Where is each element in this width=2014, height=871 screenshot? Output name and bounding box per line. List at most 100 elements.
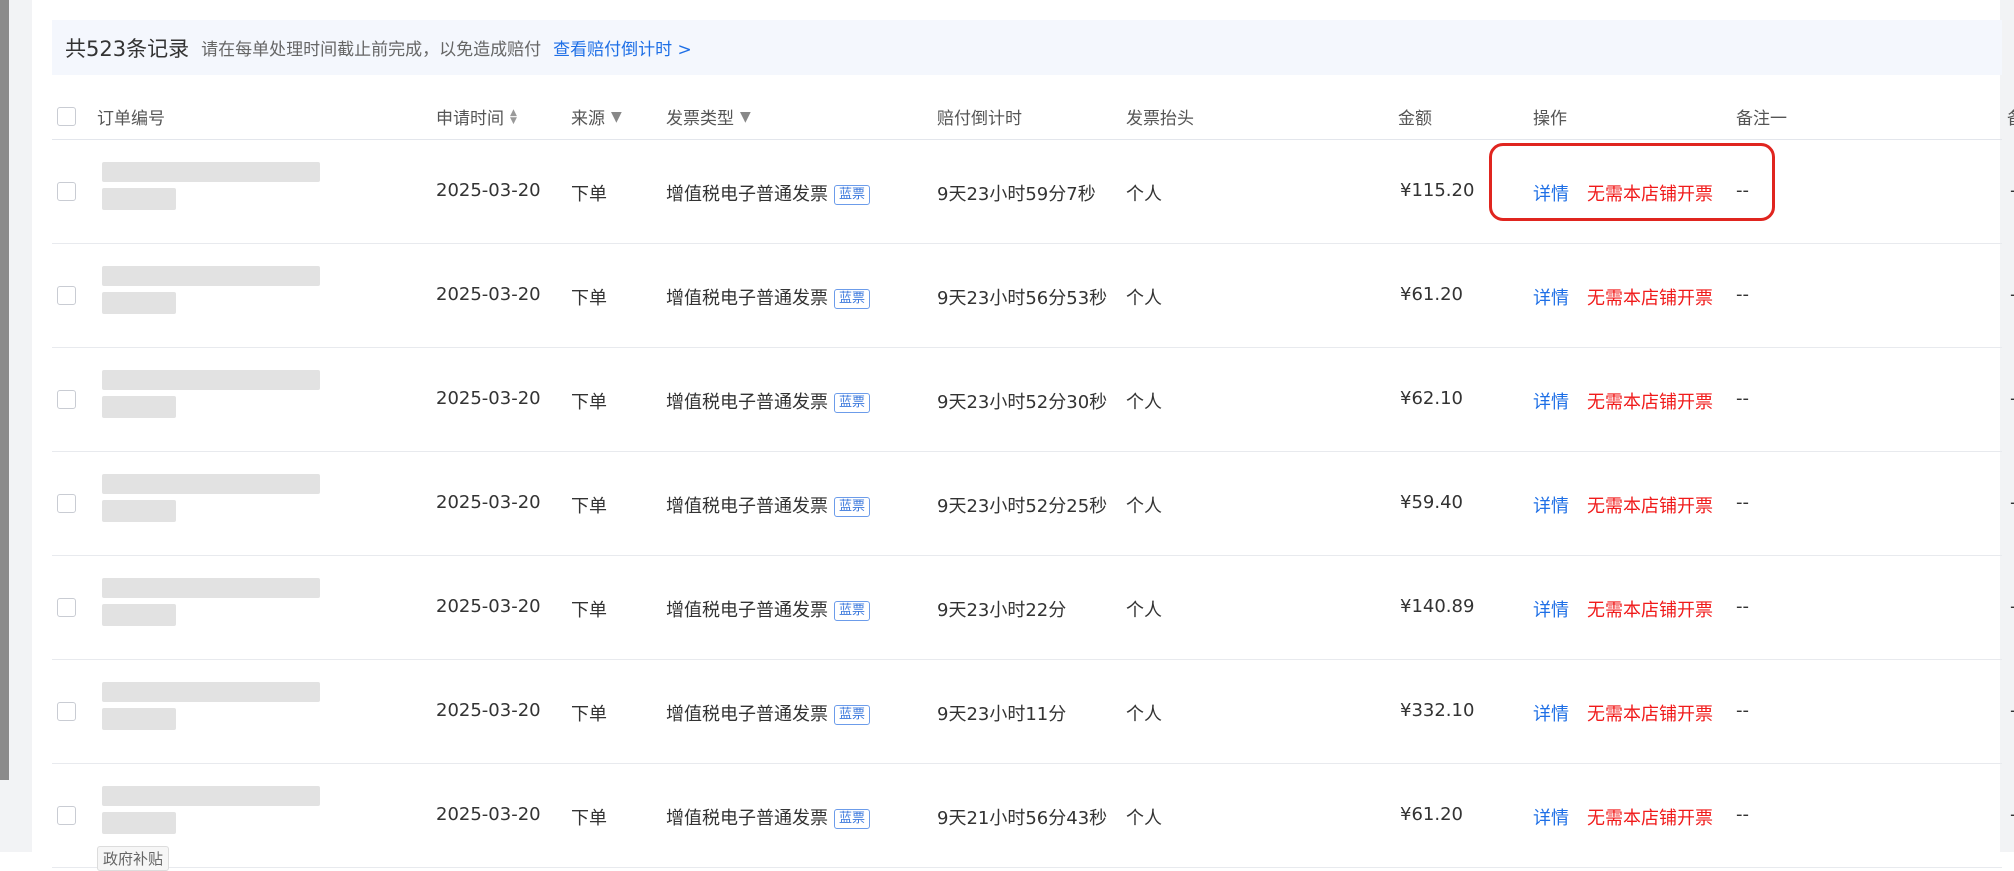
extra-value: - bbox=[2010, 388, 2014, 409]
select-all-checkbox[interactable] bbox=[57, 105, 76, 126]
no-invoice-needed-link[interactable]: 无需本店铺开票 bbox=[1587, 804, 1713, 830]
apply-date: 2025-03-20 bbox=[436, 804, 541, 825]
amount: ¥59.40 bbox=[1400, 492, 1463, 513]
invoice-title: 个人 bbox=[1126, 496, 1162, 517]
invoice-type-label: 增值税电子普通发票 bbox=[666, 808, 828, 829]
table-row[interactable]: 2025-03-20 下单 增值税电子普通发票 蓝票 9天23小时22分 个人 ¥… bbox=[52, 556, 2014, 660]
table-body: 2025-03-20 下单 增值税电子普通发票 蓝票 9天23小时59分7秒 个人… bbox=[52, 140, 2014, 871]
invoice-title: 个人 bbox=[1126, 808, 1162, 829]
detail-link[interactable]: 详情 bbox=[1533, 180, 1569, 206]
col-invoice-title: 发票抬头 bbox=[1126, 109, 1194, 129]
source: 下单 bbox=[571, 704, 607, 725]
blue-invoice-tag: 蓝票 bbox=[834, 185, 871, 205]
row-checkbox[interactable] bbox=[57, 702, 76, 721]
blue-invoice-tag: 蓝票 bbox=[834, 289, 871, 309]
row-checkbox[interactable] bbox=[57, 182, 76, 201]
col-countdown: 赔付倒计时 bbox=[937, 109, 1022, 129]
source: 下单 bbox=[571, 184, 607, 205]
invoice-type: 增值税电子普通发票 蓝票 bbox=[666, 596, 871, 622]
payout-countdown: 9天23小时52分30秒 bbox=[937, 392, 1108, 413]
col-invoice-type-label: 发票类型 bbox=[666, 109, 734, 129]
invoice-type-label: 增值税电子普通发票 bbox=[666, 704, 828, 725]
col-apply-time[interactable]: 申请时间 ▲ ▼ bbox=[436, 104, 517, 129]
amount: ¥61.20 bbox=[1400, 284, 1463, 305]
remark: -- bbox=[1736, 596, 1749, 617]
order-no-redacted bbox=[102, 708, 176, 730]
payout-countdown: 9天23小时56分53秒 bbox=[937, 288, 1108, 309]
invoice-title: 个人 bbox=[1126, 600, 1162, 621]
amount: ¥332.10 bbox=[1400, 700, 1475, 721]
no-invoice-needed-link[interactable]: 无需本店铺开票 bbox=[1587, 700, 1713, 726]
blue-invoice-tag: 蓝票 bbox=[834, 705, 871, 725]
detail-link[interactable]: 详情 bbox=[1533, 388, 1569, 414]
invoice-type: 增值税电子普通发票 蓝票 bbox=[666, 492, 871, 518]
order-no-redacted bbox=[102, 604, 176, 626]
no-invoice-needed-link[interactable]: 无需本店铺开票 bbox=[1587, 388, 1713, 414]
detail-link[interactable]: 详情 bbox=[1533, 284, 1569, 310]
deadline-hint: 请在每单处理时间截止前完成，以免造成赔付 bbox=[201, 40, 542, 60]
blue-invoice-tag: 蓝票 bbox=[834, 601, 871, 621]
source: 下单 bbox=[571, 392, 607, 413]
detail-link[interactable]: 详情 bbox=[1533, 596, 1569, 622]
table-row[interactable]: 2025-03-20 下单 增值税电子普通发票 蓝票 9天23小时52分30秒 个… bbox=[52, 348, 2014, 452]
apply-date: 2025-03-20 bbox=[436, 284, 541, 305]
table-row[interactable]: 2025-03-20 下单 增值税电子普通发票 蓝票 9天23小时56分53秒 个… bbox=[52, 244, 2014, 348]
no-invoice-needed-link[interactable]: 无需本店铺开票 bbox=[1587, 492, 1713, 518]
order-no-redacted bbox=[102, 266, 320, 286]
source: 下单 bbox=[571, 600, 607, 621]
row-checkbox[interactable] bbox=[57, 806, 76, 825]
filter-icon[interactable]: ▼ bbox=[611, 109, 622, 125]
table-row[interactable]: 2025-03-20 下单 增值税电子普通发票 蓝票 9天23小时52分25秒 个… bbox=[52, 452, 2014, 556]
invoice-type-label: 增值税电子普通发票 bbox=[666, 184, 828, 205]
table-header: 订单编号 申请时间 ▲ ▼ 来源 ▼ 发票类型 ▼ 赔付倒计时 发票抬头 金额 操… bbox=[52, 95, 2014, 140]
order-no-redacted bbox=[102, 682, 320, 702]
blue-invoice-tag: 蓝票 bbox=[834, 809, 871, 829]
detail-link[interactable]: 详情 bbox=[1533, 492, 1569, 518]
view-countdown-link[interactable]: 查看赔付倒计时 > bbox=[553, 35, 692, 60]
order-no-redacted bbox=[102, 370, 320, 390]
col-source[interactable]: 来源 ▼ bbox=[571, 104, 622, 130]
row-checkbox[interactable] bbox=[57, 390, 76, 409]
order-no-redacted bbox=[102, 812, 176, 834]
remark: -- bbox=[1736, 804, 1749, 825]
invoice-type: 增值税电子普通发票 蓝票 bbox=[666, 284, 871, 310]
remark: -- bbox=[1736, 180, 1749, 201]
detail-link[interactable]: 详情 bbox=[1533, 700, 1569, 726]
table-row[interactable]: 2025-03-20 下单 增值税电子普通发票 蓝票 9天21小时56分43秒 个… bbox=[52, 764, 2014, 871]
col-invoice-type[interactable]: 发票类型 ▼ bbox=[666, 104, 751, 130]
col-action: 操作 bbox=[1533, 109, 1567, 129]
row-checkbox[interactable] bbox=[57, 286, 76, 305]
row-checkbox[interactable] bbox=[57, 598, 76, 617]
subsidy-badge: 政府补贴 bbox=[97, 846, 170, 871]
order-no-redacted bbox=[102, 786, 320, 806]
order-no-redacted bbox=[102, 500, 176, 522]
apply-date: 2025-03-20 bbox=[436, 700, 541, 721]
extra-value: - bbox=[2010, 804, 2014, 825]
detail-link[interactable]: 详情 bbox=[1533, 804, 1569, 830]
amount: ¥61.20 bbox=[1400, 804, 1463, 825]
no-invoice-needed-link[interactable]: 无需本店铺开票 bbox=[1587, 284, 1713, 310]
order-no-redacted bbox=[102, 292, 176, 314]
no-invoice-needed-link[interactable]: 无需本店铺开票 bbox=[1587, 596, 1713, 622]
col-extra: 备 bbox=[2007, 104, 2014, 129]
payout-countdown: 9天23小时22分 bbox=[937, 600, 1067, 621]
col-apply-time-label: 申请时间 bbox=[436, 109, 504, 129]
order-no-redacted bbox=[102, 578, 320, 598]
remark: -- bbox=[1736, 388, 1749, 409]
extra-value: - bbox=[2010, 180, 2014, 201]
apply-date: 2025-03-20 bbox=[436, 492, 541, 513]
order-no-redacted bbox=[102, 188, 176, 210]
remark: -- bbox=[1736, 492, 1749, 513]
no-invoice-needed-link[interactable]: 无需本店铺开票 bbox=[1587, 180, 1713, 206]
source: 下单 bbox=[571, 808, 607, 829]
filter-icon[interactable]: ▼ bbox=[740, 109, 751, 125]
source: 下单 bbox=[571, 288, 607, 309]
table-row[interactable]: 2025-03-20 下单 增值税电子普通发票 蓝票 9天23小时11分 个人 ¥… bbox=[52, 660, 2014, 764]
invoice-type: 增值税电子普通发票 蓝票 bbox=[666, 180, 871, 206]
table-row[interactable]: 2025-03-20 下单 增值税电子普通发票 蓝票 9天23小时59分7秒 个人… bbox=[52, 140, 2014, 244]
extra-value: - bbox=[2010, 492, 2014, 513]
row-checkbox[interactable] bbox=[57, 494, 76, 513]
order-no-redacted bbox=[102, 474, 320, 494]
sort-icon[interactable]: ▲ ▼ bbox=[510, 108, 517, 125]
payout-countdown: 9天23小时11分 bbox=[937, 704, 1067, 725]
